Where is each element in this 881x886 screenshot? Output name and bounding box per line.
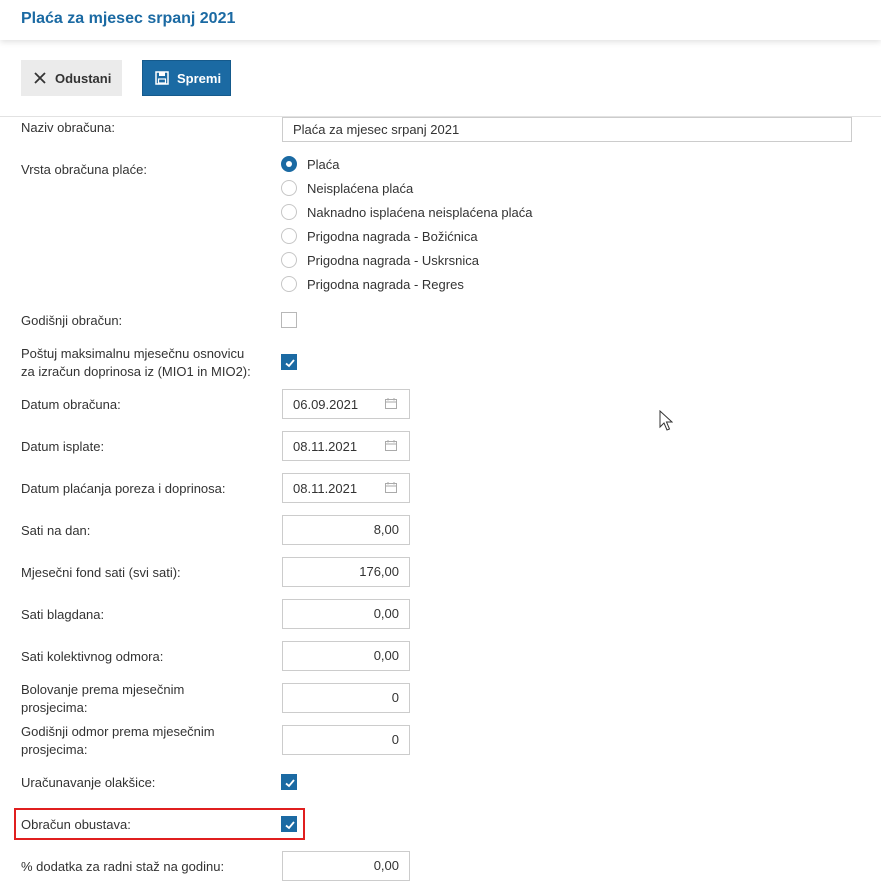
check-icon xyxy=(285,821,295,830)
godisnji-odmor-label-line1: Godišnji odmor prema mjesečnim xyxy=(21,724,215,739)
save-button[interactable]: Spremi xyxy=(142,60,231,96)
datum-obracuna-label: Datum obračuna: xyxy=(21,397,121,412)
postuj-label-line2: za izračun doprinosa iz (MIO1 in MIO2): xyxy=(21,364,251,379)
obustave-label: Obračun obustava: xyxy=(21,817,131,832)
check-icon xyxy=(285,359,295,368)
radio-label: Prigodna nagrada - Uskrsnica xyxy=(307,252,479,268)
mouse-cursor-icon xyxy=(659,409,674,435)
datum-placanja-label: Datum plaćanja poreza i doprinosa: xyxy=(21,481,226,496)
page-header: Plaća za mjesec srpanj 2021 xyxy=(0,0,881,40)
bolovanje-label-line2: prosjecima: xyxy=(21,700,88,715)
postuj-label-line1: Poštuj maksimalnu mjesečnu osnovicu xyxy=(21,346,245,361)
datum-obracuna-value: 06.09.2021 xyxy=(293,396,359,412)
radio-button[interactable] xyxy=(281,228,297,244)
datum-placanja-input[interactable]: 08.11.2021 xyxy=(282,473,410,503)
radio-placa[interactable]: Plaća xyxy=(281,155,340,173)
godisnji-odmor-label-line2: prosjecima: xyxy=(21,742,88,757)
datum-isplate-input[interactable]: 08.11.2021 xyxy=(282,431,410,461)
dodatak-label: % dodatka za radni staž na godinu: xyxy=(21,859,225,874)
datum-isplate-label: Datum isplate: xyxy=(21,439,105,454)
radio-label: Neisplaćena plaća xyxy=(307,180,414,196)
cancel-button[interactable]: Odustani xyxy=(21,60,122,96)
datum-placanja-value: 08.11.2021 xyxy=(293,480,358,496)
radio-bozicnica[interactable]: Prigodna nagrada - Božićnica xyxy=(281,227,478,245)
mjesecni-fond-input[interactable]: 176,00 xyxy=(282,557,410,587)
save-button-label: Spremi xyxy=(177,70,222,86)
bolovanje-input[interactable]: 0 xyxy=(282,683,410,713)
cancel-button-label: Odustani xyxy=(55,70,112,86)
page-title: Plaća za mjesec srpanj 2021 xyxy=(21,10,236,27)
calendar-icon[interactable] xyxy=(385,397,397,412)
radio-button[interactable] xyxy=(281,276,297,292)
radio-label: Plaća xyxy=(307,156,340,172)
datum-obracuna-input[interactable]: 06.09.2021 xyxy=(282,389,410,419)
obustave-checkbox[interactable] xyxy=(281,816,297,832)
naziv-label: Naziv obračuna: xyxy=(21,120,115,135)
radio-label: Prigodna nagrada - Božićnica xyxy=(307,228,478,244)
radio-regres[interactable]: Prigodna nagrada - Regres xyxy=(281,275,464,293)
sati-kolektivnog-label: Sati kolektivnog odmora: xyxy=(21,649,164,664)
radio-button[interactable] xyxy=(281,180,297,196)
radio-naknadno[interactable]: Naknadno isplaćena neisplaćena plaća xyxy=(281,203,533,221)
datum-isplate-value: 08.11.2021 xyxy=(293,438,358,454)
check-icon xyxy=(285,779,295,788)
radio-label: Naknadno isplaćena neisplaćena plaća xyxy=(307,204,533,220)
postuj-checkbox[interactable] xyxy=(281,354,297,370)
radio-uskrsnica[interactable]: Prigodna nagrada - Uskrsnica xyxy=(281,251,479,269)
godisnji-label: Godišnji obračun: xyxy=(21,313,123,328)
radio-button[interactable] xyxy=(281,156,297,172)
sati-na-dan-label: Sati na dan: xyxy=(21,523,91,538)
radio-button[interactable] xyxy=(281,252,297,268)
sati-na-dan-input[interactable]: 8,00 xyxy=(282,515,410,545)
radio-button[interactable] xyxy=(281,204,297,220)
dodatak-input[interactable]: 0,00 xyxy=(282,851,410,881)
godisnji-odmor-input[interactable]: 0 xyxy=(282,725,410,755)
bolovanje-label-line1: Bolovanje prema mjesečnim xyxy=(21,682,185,697)
radio-neisplacena[interactable]: Neisplaćena plaća xyxy=(281,179,413,197)
olaksice-checkbox[interactable] xyxy=(281,774,297,790)
naziv-input[interactable]: Plaća za mjesec srpanj 2021 xyxy=(282,117,852,142)
godisnji-checkbox[interactable] xyxy=(281,312,297,328)
sati-kolektivnog-input[interactable]: 0,00 xyxy=(282,641,410,671)
olaksice-label: Uračunavanje olakšice: xyxy=(21,775,156,790)
vrsta-label: Vrsta obračuna plaće: xyxy=(21,162,147,177)
calendar-icon[interactable] xyxy=(385,481,397,496)
mjesecni-fond-label: Mjesečni fond sati (svi sati): xyxy=(21,565,181,580)
close-icon xyxy=(31,71,49,85)
calendar-icon[interactable] xyxy=(385,439,397,454)
radio-label: Prigodna nagrada - Regres xyxy=(307,276,464,292)
sati-blagdana-input[interactable]: 0,00 xyxy=(282,599,410,629)
save-icon xyxy=(153,71,171,85)
sati-blagdana-label: Sati blagdana: xyxy=(21,607,105,622)
